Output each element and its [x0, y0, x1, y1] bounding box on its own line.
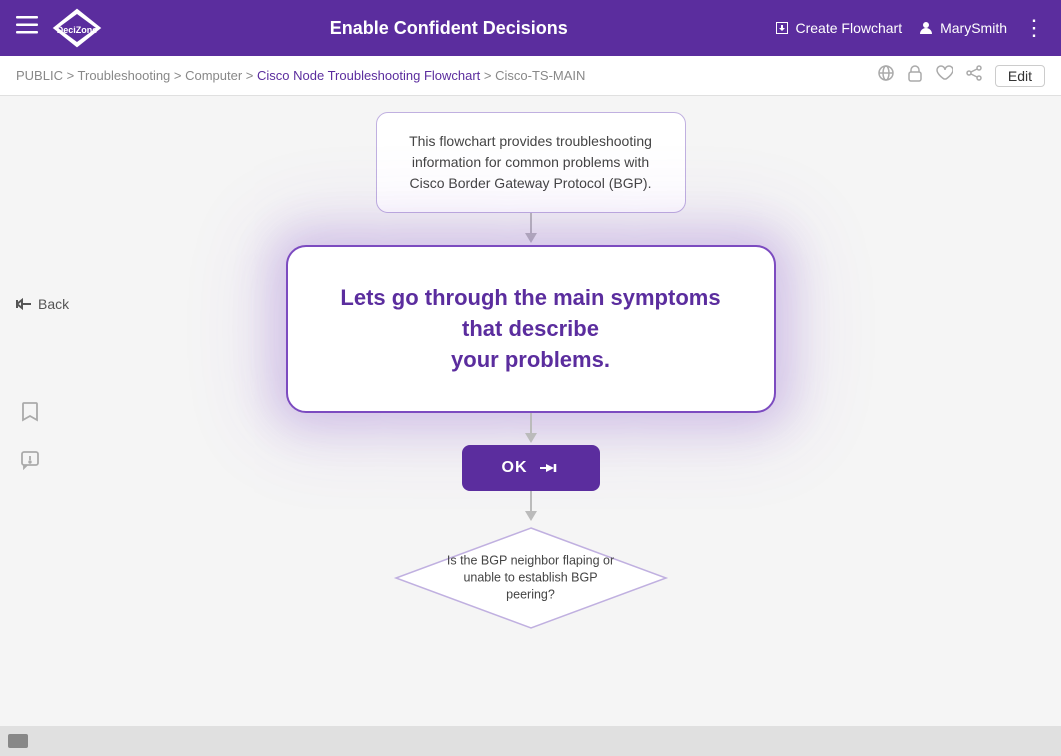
favorite-icon[interactable] — [935, 65, 953, 86]
main-box-text: Lets go through the main symptoms that d… — [340, 285, 720, 372]
breadcrumb-path: PUBLIC > Troubleshooting > Computer > — [16, 68, 253, 83]
breadcrumb-bar: PUBLIC > Troubleshooting > Computer > Ci… — [0, 56, 1061, 96]
share-icon[interactable] — [965, 64, 983, 87]
connector-2 — [521, 413, 541, 445]
status-icon — [8, 734, 28, 748]
flowchart: This flowchart provides troubleshooting … — [0, 96, 1061, 756]
header-title: Enable Confident Decisions — [124, 18, 774, 39]
header: DeciZone Enable Confident Decisions Crea… — [0, 0, 1061, 56]
info-box: This flowchart provides troubleshooting … — [376, 112, 686, 213]
info-box-text: This flowchart provides troubleshooting … — [409, 133, 652, 191]
user-menu-button[interactable]: MarySmith — [918, 20, 1007, 36]
menu-icon[interactable] — [16, 16, 38, 40]
breadcrumb-active[interactable]: Cisco Node Troubleshooting Flowchart — [257, 68, 480, 83]
header-actions: Create Flowchart MarySmith ⋮ — [774, 15, 1046, 41]
lock-icon[interactable] — [907, 64, 923, 87]
more-options-icon[interactable]: ⋮ — [1023, 15, 1045, 41]
ok-label: OK — [502, 459, 528, 477]
logo: DeciZone — [50, 6, 104, 50]
create-flowchart-button[interactable]: Create Flowchart — [774, 20, 903, 36]
breadcrumb-actions: Edit — [877, 64, 1045, 87]
main-canvas: Back This flowchart provides troubleshoo… — [0, 96, 1061, 756]
diamond-label-text: Is the BGP neighbor flaping or unable to… — [441, 553, 621, 604]
globe-icon[interactable] — [877, 64, 895, 87]
breadcrumb-suffix: > Cisco-TS-MAIN — [484, 68, 585, 83]
breadcrumb: PUBLIC > Troubleshooting > Computer > Ci… — [16, 68, 585, 83]
ok-play-icon — [538, 460, 560, 476]
connector-3 — [521, 491, 541, 523]
bottom-bar — [0, 726, 1061, 756]
connector-1 — [521, 213, 541, 245]
decision-diamond: Is the BGP neighbor flaping or unable to… — [391, 523, 671, 633]
svg-text:DeciZone: DeciZone — [57, 25, 98, 35]
edit-button[interactable]: Edit — [995, 65, 1045, 87]
ok-button[interactable]: OK — [462, 445, 600, 491]
main-question-box: Lets go through the main symptoms that d… — [286, 245, 776, 413]
